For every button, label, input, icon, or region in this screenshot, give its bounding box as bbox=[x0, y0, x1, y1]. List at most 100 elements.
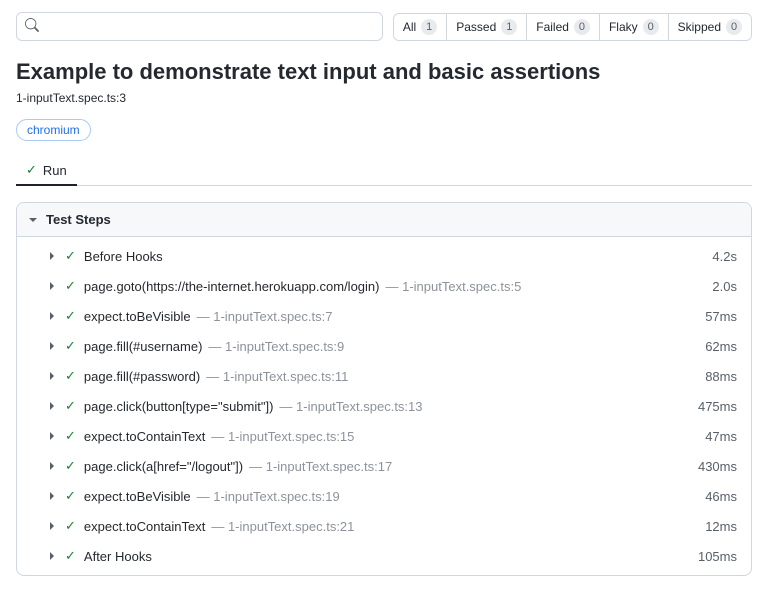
check-icon: ✓ bbox=[65, 278, 76, 294]
filter-flaky[interactable]: Flaky 0 bbox=[600, 14, 669, 40]
chevron-right-icon[interactable] bbox=[47, 551, 57, 561]
step-title: page.fill(#password)1-inputText.spec.ts:… bbox=[84, 369, 705, 384]
search-icon bbox=[25, 18, 39, 35]
check-icon: ✓ bbox=[26, 162, 37, 178]
check-icon: ✓ bbox=[65, 428, 76, 444]
filter-count: 0 bbox=[574, 19, 590, 35]
step-title: page.click(a[href="/logout"]) 1-inputText… bbox=[84, 459, 698, 474]
step-name: page.fill(#username) bbox=[84, 339, 203, 354]
step-name: page.goto(https://the-internet.herokuapp… bbox=[84, 279, 380, 294]
step-title: Before Hooks bbox=[84, 249, 713, 264]
step-name: After Hooks bbox=[84, 549, 152, 564]
step-duration: 475ms bbox=[698, 399, 737, 414]
check-icon: ✓ bbox=[65, 248, 76, 264]
step-duration: 46ms bbox=[705, 489, 737, 504]
test-step[interactable]: ✓ page.fill(#password)1-inputText.spec.ts… bbox=[17, 361, 751, 391]
step-duration: 430ms bbox=[698, 459, 737, 474]
tabs: ✓ Run bbox=[16, 155, 752, 186]
check-icon: ✓ bbox=[65, 308, 76, 324]
steps-list: ✓Before Hooks4.2s✓page.goto(https://the-… bbox=[17, 237, 751, 575]
step-name: Before Hooks bbox=[84, 249, 163, 264]
filter-label: Passed bbox=[456, 20, 496, 34]
chevron-right-icon[interactable] bbox=[47, 401, 57, 411]
tab-run[interactable]: ✓ Run bbox=[16, 156, 77, 186]
step-title: After Hooks bbox=[84, 549, 698, 564]
test-step[interactable]: ✓ After Hooks 105ms bbox=[17, 541, 751, 571]
file-location: 1-inputText.spec.ts:3 bbox=[16, 91, 752, 105]
filter-label: Skipped bbox=[678, 20, 721, 34]
panel-header[interactable]: Test Steps bbox=[17, 203, 751, 237]
chevron-down-icon bbox=[28, 215, 38, 225]
browser-tag[interactable]: chromium bbox=[16, 119, 91, 141]
step-source: 1-inputText.spec.ts:15 bbox=[211, 429, 354, 444]
filter-skipped[interactable]: Skipped 0 bbox=[669, 14, 751, 40]
chevron-right-icon[interactable] bbox=[47, 431, 57, 441]
test-step[interactable]: ✓Before Hooks4.2s bbox=[17, 241, 751, 271]
chevron-right-icon[interactable] bbox=[47, 521, 57, 531]
search-box[interactable] bbox=[16, 12, 383, 41]
step-source: 1-inputText.spec.ts:11 bbox=[206, 369, 348, 384]
filter-all[interactable]: All1 bbox=[394, 14, 447, 40]
step-duration: 88ms bbox=[705, 369, 737, 384]
test-step[interactable]: ✓ page.fill(#username) 1-inputText.spec.ts… bbox=[17, 331, 751, 361]
chevron-right-icon[interactable] bbox=[47, 491, 57, 501]
step-title: page.goto(https://the-internet.herokuapp… bbox=[84, 279, 713, 294]
test-step[interactable]: ✓ expect.toBeVisible 1-inputText.spec.ts:1… bbox=[17, 481, 751, 511]
step-duration: 62ms bbox=[705, 339, 737, 354]
step-duration: 12ms bbox=[705, 519, 737, 534]
chevron-right-icon[interactable] bbox=[47, 281, 57, 291]
top-bar: All1 Passed 1 Failed0 Flaky 0 Skipped 0 bbox=[16, 12, 752, 41]
step-title: expect.toContainText 1-inputText.spec.ts:… bbox=[84, 519, 705, 534]
chevron-right-icon[interactable] bbox=[47, 341, 57, 351]
step-title: page.fill(#username) 1-inputText.spec.ts:… bbox=[84, 339, 705, 354]
step-duration: 57ms bbox=[705, 309, 737, 324]
filter-count: 0 bbox=[643, 19, 659, 35]
check-icon: ✓ bbox=[65, 488, 76, 504]
test-step[interactable]: ✓ page.goto(https://the-internet.herokuap… bbox=[17, 271, 751, 301]
step-title: page.click(button[type="submit"])1-input… bbox=[84, 399, 698, 414]
check-icon: ✓ bbox=[65, 368, 76, 384]
step-duration: 2.0s bbox=[712, 279, 737, 294]
step-name: expect.toBeVisible bbox=[84, 489, 191, 504]
step-name: expect.toBeVisible bbox=[84, 309, 191, 324]
check-icon: ✓ bbox=[65, 458, 76, 474]
page-title: Example to demonstrate text input and ba… bbox=[16, 59, 752, 85]
test-steps-panel: Test Steps ✓Before Hooks4.2s✓page.goto(h… bbox=[16, 202, 752, 576]
test-step[interactable]: ✓ expect.toContainText 1-inputText.spec.ts… bbox=[17, 511, 751, 541]
test-step[interactable]: ✓ expect.toContainText 1-inputText.spec.ts… bbox=[17, 421, 751, 451]
check-icon: ✓ bbox=[65, 398, 76, 414]
step-name: expect.toContainText bbox=[84, 519, 205, 534]
step-source: 1-inputText.spec.ts:13 bbox=[279, 399, 422, 414]
filter-failed[interactable]: Failed0 bbox=[527, 14, 600, 40]
test-step[interactable]: ✓ expect.toBeVisible 1-inputText.spec.ts:7… bbox=[17, 301, 751, 331]
step-name: expect.toContainText bbox=[84, 429, 205, 444]
tab-label: Run bbox=[43, 163, 67, 178]
test-step[interactable]: ✓ page.click(button[type="submit"])1-inpu… bbox=[17, 391, 751, 421]
filter-count: 0 bbox=[726, 19, 742, 35]
step-source: 1-inputText.spec.ts:5 bbox=[385, 279, 521, 294]
check-icon: ✓ bbox=[65, 338, 76, 354]
chevron-right-icon[interactable] bbox=[47, 311, 57, 321]
step-source: 1-inputText.spec.ts:21 bbox=[211, 519, 354, 534]
step-name: page.click(a[href="/logout"]) bbox=[84, 459, 243, 474]
check-icon: ✓ bbox=[65, 548, 76, 564]
step-duration: 47ms bbox=[705, 429, 737, 444]
step-duration: 105ms bbox=[698, 549, 737, 564]
step-title: expect.toContainText 1-inputText.spec.ts:… bbox=[84, 429, 705, 444]
search-input[interactable] bbox=[45, 19, 374, 34]
chevron-right-icon[interactable] bbox=[47, 251, 57, 261]
filter-label: Flaky bbox=[609, 20, 638, 34]
check-icon: ✓ bbox=[65, 518, 76, 534]
step-title: expect.toBeVisible 1-inputText.spec.ts:19 bbox=[84, 489, 705, 504]
chevron-right-icon[interactable] bbox=[47, 371, 57, 381]
panel-title: Test Steps bbox=[46, 212, 111, 227]
step-title: expect.toBeVisible 1-inputText.spec.ts:7 bbox=[84, 309, 705, 324]
chevron-right-icon[interactable] bbox=[47, 461, 57, 471]
test-step[interactable]: ✓ page.click(a[href="/logout"]) 1-inputTex… bbox=[17, 451, 751, 481]
filter-count: 1 bbox=[501, 19, 517, 35]
step-source: 1-inputText.spec.ts:7 bbox=[197, 309, 333, 324]
step-source: 1-inputText.spec.ts:19 bbox=[197, 489, 340, 504]
step-source: 1-inputText.spec.ts:9 bbox=[208, 339, 344, 354]
filter-passed[interactable]: Passed 1 bbox=[447, 14, 527, 40]
step-source: 1-inputText.spec.ts:17 bbox=[249, 459, 392, 474]
